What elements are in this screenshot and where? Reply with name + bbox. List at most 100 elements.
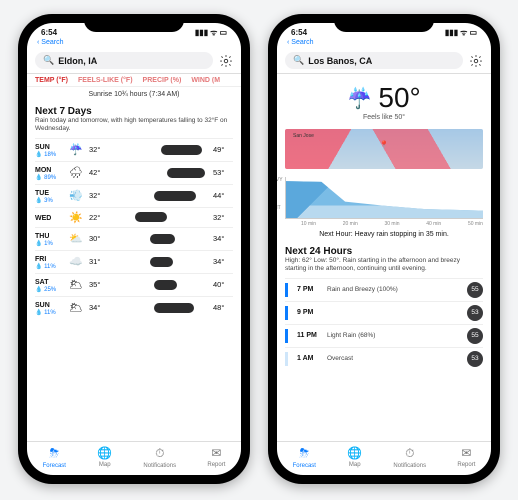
hour-time: 9 PM <box>297 309 323 316</box>
temp-low: 34° <box>89 303 100 312</box>
screen-right: 6:54 ▮▮▮ ᯤ ▭ ‹ Search 🔍 Los Banos, CA ☔ … <box>277 23 491 475</box>
day-label: MON <box>35 167 51 174</box>
day-label: SUN <box>35 302 50 309</box>
temp-low: 42° <box>89 168 100 177</box>
weather-icon: ☁️ <box>67 255 85 268</box>
phone-frame-left: 6:54 ▮▮▮ ᯤ ▭ ‹ Search 🔍 Eldon, IA TEMP (… <box>18 14 250 484</box>
precip-tick <box>285 283 288 297</box>
settings-button[interactable] <box>219 54 233 68</box>
tab-forecast[interactable]: ⛈Forecast <box>43 446 66 469</box>
day-label: SUN <box>35 144 50 151</box>
temp-low: 31° <box>89 257 100 266</box>
map-icon: 🌐 <box>347 446 362 460</box>
report-icon: ✉ <box>461 446 471 460</box>
day-label: SAT <box>35 279 48 286</box>
hour-desc: Overcast <box>327 355 463 362</box>
phone-frame-right: 6:54 ▮▮▮ ᯤ ▭ ‹ Search 🔍 Los Banos, CA ☔ … <box>268 14 500 484</box>
precip-pct: 💧 1% <box>35 240 63 247</box>
temp-low: 35° <box>89 280 100 289</box>
day-label: FRI <box>35 256 46 263</box>
feels-like: Feels like 50° <box>277 114 491 121</box>
hour-temp: 55 <box>467 282 483 298</box>
day-label: THU <box>35 233 49 240</box>
temp-high: 49° <box>213 145 233 154</box>
hour-desc: Rain and Breezy (100%) <box>327 286 463 293</box>
precip-area <box>286 177 483 218</box>
tab-notifications[interactable]: ⏱Notifications <box>393 446 426 469</box>
tab-notifications[interactable]: ⏱Notifications <box>143 446 176 469</box>
day-row[interactable]: SUN💧 11%🌥34°48° <box>35 296 233 319</box>
precip-chart: HEAVY MED LIGHT <box>285 177 483 219</box>
umbrella-icon: ☔ <box>347 86 372 111</box>
tab-map[interactable]: 🌐Map <box>347 446 362 469</box>
hour-time: 11 PM <box>297 332 323 339</box>
weather-icon: ☀️ <box>67 211 85 224</box>
metric-tabs[interactable]: TEMP (°F) FEELS-LIKE (°F) PRECIP (%) WIN… <box>27 74 241 87</box>
battery-icon: ▭ <box>219 28 227 37</box>
tab-report[interactable]: ✉Report <box>207 446 225 469</box>
hour-time: 1 AM <box>297 355 323 362</box>
back-to-search[interactable]: ‹ Search <box>277 39 491 48</box>
precip-pct: 💧 3% <box>35 197 63 204</box>
temp-low: 32° <box>89 145 100 154</box>
next-hour-summary: Next Hour: Heavy rain stopping in 35 min… <box>277 229 491 242</box>
tab-wind[interactable]: WIND (M <box>191 77 220 84</box>
precip-tick <box>285 329 288 343</box>
day-row[interactable]: SUN💧 18% ☔ 32° 49° <box>35 138 233 161</box>
hour-row[interactable]: 7 PM Rain and Breezy (100%) 55 <box>285 278 483 301</box>
temp-high: 53° <box>213 168 233 177</box>
radar-map[interactable]: San Jose 📍 <box>285 129 483 169</box>
notifications-icon: ⏱ <box>405 446 414 461</box>
hour-desc: Light Rain (68%) <box>327 332 463 339</box>
tab-map[interactable]: 🌐Map <box>97 446 112 469</box>
day-row[interactable]: FRI💧 11%☁️31°34° <box>35 250 233 273</box>
signal-icon: ▮▮▮ <box>195 28 208 37</box>
weather-icon: 🌥 <box>67 301 85 314</box>
section-title: Next 7 Days <box>35 106 233 117</box>
weather-icon: ☔ <box>67 143 85 156</box>
back-to-search[interactable]: ‹ Search <box>27 39 241 48</box>
hour-temp: 53 <box>467 351 483 367</box>
location-name: Los Banos, CA <box>308 56 372 66</box>
day-row[interactable]: SAT💧 25%🌥35°40° <box>35 273 233 296</box>
tab-forecast[interactable]: ⛈Forecast <box>293 446 316 469</box>
wifi-icon: ᯤ <box>460 27 467 38</box>
location-pin-icon: 📍 <box>379 141 389 150</box>
radar-city-label: San Jose <box>293 133 314 139</box>
screen-left: 6:54 ▮▮▮ ᯤ ▭ ‹ Search 🔍 Eldon, IA TEMP (… <box>27 23 241 475</box>
location-search[interactable]: 🔍 Eldon, IA <box>35 52 213 69</box>
settings-button[interactable] <box>469 54 483 68</box>
sunrise-text: Sunrise 10¾ hours (7:34 AM) <box>27 87 241 102</box>
battery-icon: ▭ <box>469 28 477 37</box>
location-search[interactable]: 🔍 Los Banos, CA <box>285 52 463 69</box>
tab-precip[interactable]: PRECIP (%) <box>143 77 182 84</box>
hour-row[interactable]: 9 PM53 <box>285 301 483 324</box>
notifications-icon: ⏱ <box>155 446 164 461</box>
y-heavy: HEAVY <box>277 177 283 183</box>
hour-time: 7 PM <box>297 286 323 293</box>
hour-row[interactable]: 1 AM Overcast 53 <box>285 347 483 370</box>
tab-report[interactable]: ✉Report <box>457 446 475 469</box>
weather-icon: ⛅ <box>67 232 85 245</box>
day-row[interactable]: THU💧 1%⛅30°34° <box>35 227 233 250</box>
temp-high: 48° <box>213 303 233 312</box>
temp-low: 32° <box>89 191 100 200</box>
precip-pct: 💧 11% <box>35 263 63 270</box>
day-label: WED <box>35 215 51 222</box>
day-row[interactable]: MON💧 89%🌧42°53° <box>35 161 233 184</box>
tab-temp[interactable]: TEMP (°F) <box>35 77 68 84</box>
hour-temp: 55 <box>467 328 483 344</box>
precip-pct: 💧 25% <box>35 286 63 293</box>
hour-row[interactable]: 11 PM Light Rain (68%) 55 <box>285 324 483 347</box>
search-icon: 🔍 <box>43 55 54 66</box>
status-time: 6:54 <box>291 28 307 37</box>
precip-pct: 💧 18% <box>35 151 63 158</box>
signal-icon: ▮▮▮ <box>445 28 458 37</box>
tab-feels[interactable]: FEELS-LIKE (°F) <box>78 77 133 84</box>
current-weather-hero: ☔ 50° Feels like 50° <box>277 74 491 125</box>
section-subtitle: High: 62° Low: 50°. Rain starting in the… <box>285 257 483 274</box>
current-temp: 50° <box>378 82 420 113</box>
day-row[interactable]: TUE💧 3%💨32°44° <box>35 184 233 207</box>
precip-tick <box>285 306 288 320</box>
day-row[interactable]: WED☀️22°32° <box>35 207 233 227</box>
